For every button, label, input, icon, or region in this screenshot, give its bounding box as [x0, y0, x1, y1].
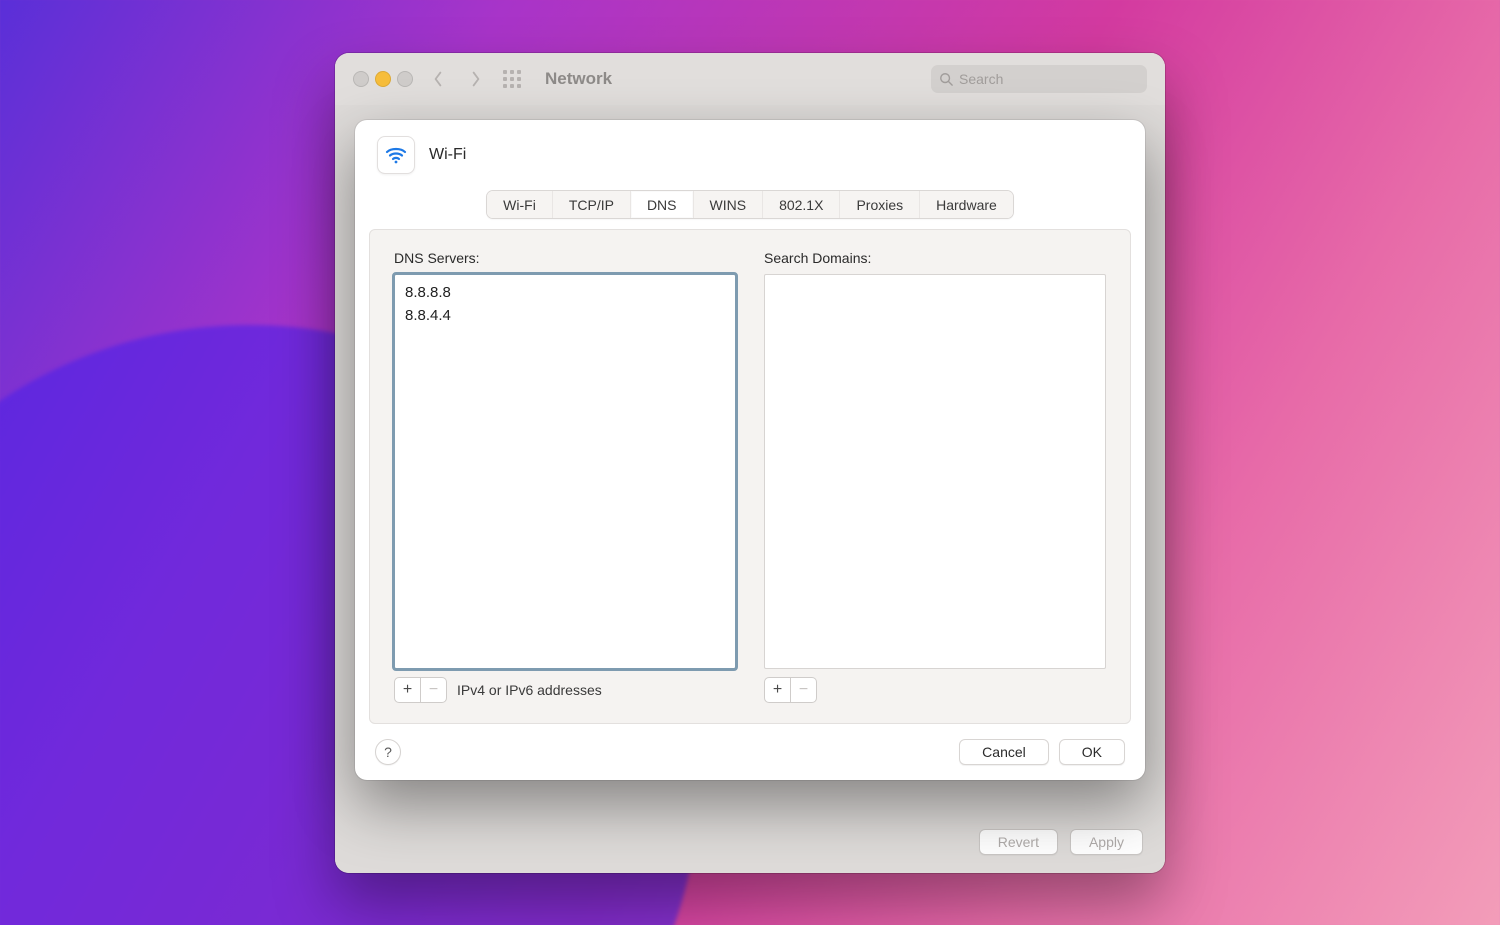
ok-button[interactable]: OK [1059, 739, 1125, 765]
tab-tcpip[interactable]: TCP/IP [553, 191, 631, 218]
tabbar: Wi-FiTCP/IPDNSWINS802.1XProxiesHardware [486, 190, 1014, 219]
search-placeholder: Search [959, 71, 1003, 87]
forward-button[interactable] [463, 66, 489, 92]
cancel-button[interactable]: Cancel [959, 739, 1049, 765]
tab-hardware[interactable]: Hardware [920, 191, 1013, 218]
sheet-title: Wi-Fi [429, 146, 466, 164]
traffic-light-zoom[interactable] [397, 71, 413, 87]
tab-wifi[interactable]: Wi-Fi [487, 191, 553, 218]
traffic-light-close[interactable] [353, 71, 369, 87]
dns-entry[interactable]: 8.8.4.4 [405, 304, 725, 327]
show-all-button[interactable] [499, 66, 525, 92]
traffic-light-minimize[interactable] [375, 71, 391, 87]
back-button[interactable] [425, 66, 451, 92]
wifi-tile [377, 136, 415, 174]
search-domains-column: Search Domains: + − [764, 250, 1106, 703]
dns-add-button[interactable]: + [394, 677, 421, 703]
network-advanced-sheet: Wi-Fi Wi-FiTCP/IPDNSWINS802.1XProxiesHar… [355, 120, 1145, 780]
wifi-icon [384, 143, 408, 167]
dns-list-controls: + − IPv4 or IPv6 addresses [394, 677, 736, 703]
dns-servers-listbox[interactable]: 8.8.8.88.8.4.4 [394, 274, 736, 669]
search-input[interactable]: Search [931, 65, 1147, 93]
dns-servers-label: DNS Servers: [394, 250, 736, 266]
tab-8021x[interactable]: 802.1X [763, 191, 840, 218]
dns-servers-column: DNS Servers: 8.8.8.88.8.4.4 + − IPv4 or … [394, 250, 736, 703]
dns-entry[interactable]: 8.8.8.8 [405, 281, 725, 304]
tab-proxies[interactable]: Proxies [840, 191, 920, 218]
help-button[interactable]: ? [375, 739, 401, 765]
search-domains-listbox[interactable] [764, 274, 1106, 669]
dns-remove-button[interactable]: − [421, 677, 447, 703]
revert-button[interactable]: Revert [979, 829, 1058, 855]
sheet-header: Wi-Fi [355, 120, 1145, 178]
apply-button[interactable]: Apply [1070, 829, 1143, 855]
search-icon [939, 72, 953, 86]
sd-remove-button[interactable]: − [791, 677, 817, 703]
sd-list-controls: + − [764, 677, 1106, 703]
grid-icon [503, 70, 521, 88]
dns-hint: IPv4 or IPv6 addresses [457, 682, 602, 698]
sd-add-button[interactable]: + [764, 677, 791, 703]
tab-wins[interactable]: WINS [694, 191, 764, 218]
titlebar: Network Search [335, 53, 1165, 106]
sheet-footer: ? Cancel OK [355, 724, 1145, 780]
prefs-footer: Revert Apply [979, 829, 1143, 855]
search-domains-label: Search Domains: [764, 250, 1106, 266]
tab-dns[interactable]: DNS [631, 191, 694, 218]
dns-pane: DNS Servers: 8.8.8.88.8.4.4 + − IPv4 or … [369, 229, 1131, 724]
window-title: Network [545, 69, 612, 89]
